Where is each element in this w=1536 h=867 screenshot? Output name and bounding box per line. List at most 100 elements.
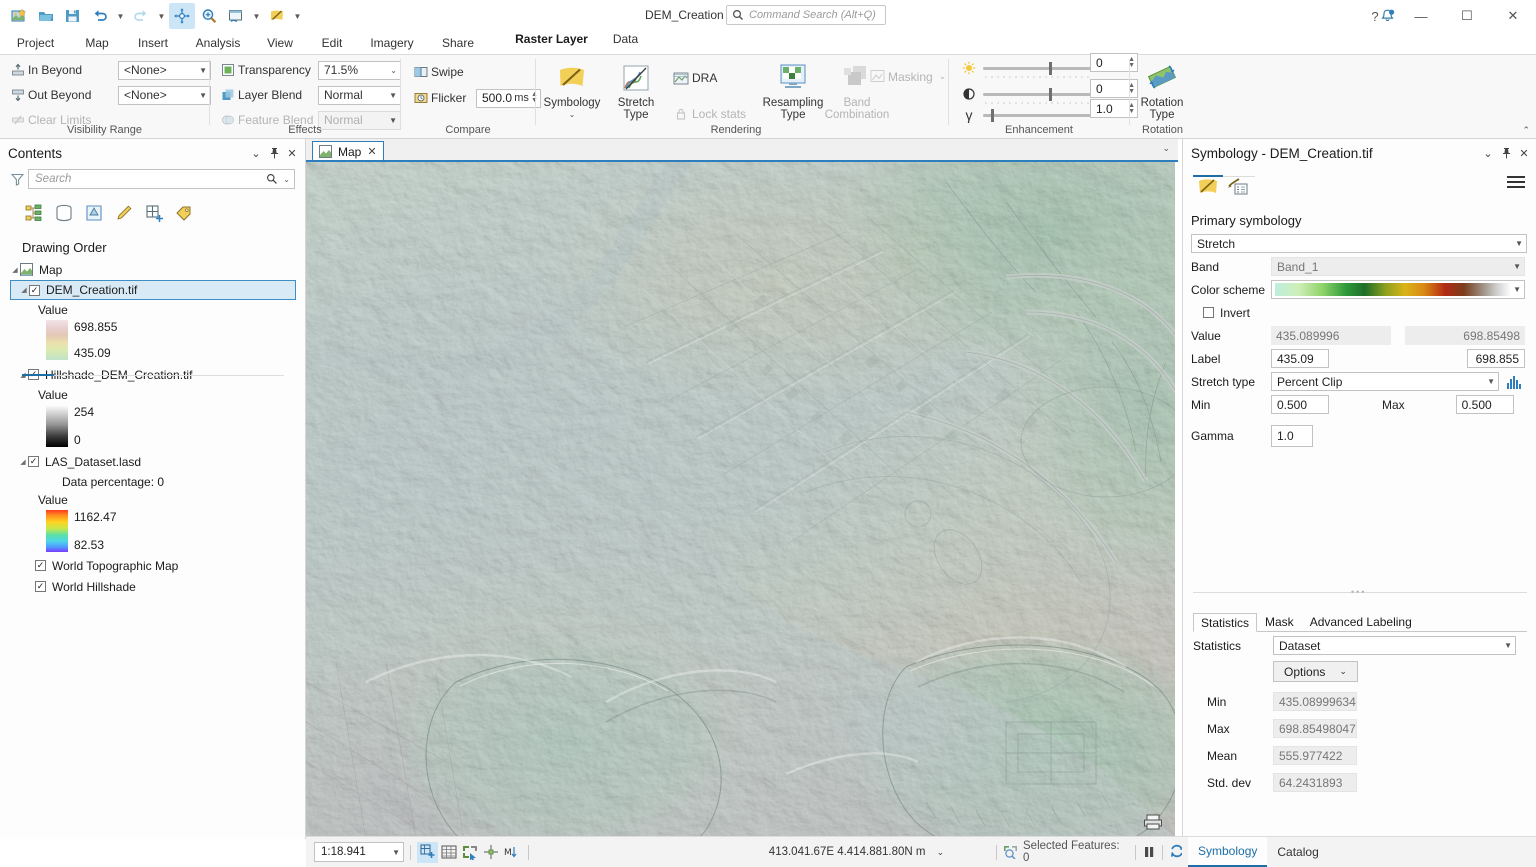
tab-project[interactable]: Project xyxy=(8,32,63,54)
tab-insert[interactable]: Insert xyxy=(127,32,179,54)
undo-dropdown-icon[interactable]: ▼ xyxy=(114,3,127,29)
min-input[interactable]: 0.500 xyxy=(1271,395,1329,414)
list-by-data-source-icon[interactable] xyxy=(52,201,76,225)
help-icon[interactable]: ? xyxy=(1352,0,1398,32)
map-canvas[interactable] xyxy=(306,162,1175,839)
symbology-close-icon[interactable]: ✕ xyxy=(1515,143,1533,163)
list-by-drawing-order-icon[interactable] xyxy=(22,201,46,225)
edit-icon[interactable] xyxy=(264,3,290,29)
tab-view[interactable]: View xyxy=(256,32,304,54)
minimize-icon[interactable]: — xyxy=(1398,0,1444,32)
create-features-icon[interactable] xyxy=(417,842,438,863)
expand-triangle-icon[interactable]: ◢ xyxy=(19,286,29,294)
tab-imagery[interactable]: Imagery xyxy=(361,32,423,54)
dra-row[interactable]: DRA xyxy=(670,67,746,89)
basemap-visibility-checkbox[interactable]: ✓ xyxy=(35,581,46,592)
symbology-legend-icon[interactable] xyxy=(1223,174,1253,200)
options-button[interactable]: Options ⌄ xyxy=(1273,661,1358,682)
invert-checkbox[interactable] xyxy=(1203,307,1214,318)
expand-triangle-icon[interactable]: ◢ xyxy=(10,266,20,274)
tab-share[interactable]: Share xyxy=(430,32,486,54)
selection-icon[interactable] xyxy=(459,842,480,863)
bookmarks-dropdown-icon[interactable]: ▼ xyxy=(250,3,263,29)
scale-dropdown-icon[interactable]: ▼ xyxy=(392,848,400,857)
open-project-icon[interactable] xyxy=(33,3,59,29)
ribbon-collapse-icon[interactable]: ⌃ xyxy=(1522,125,1530,136)
bookmarks-icon[interactable] xyxy=(223,3,249,29)
layer-visibility-checkbox[interactable]: ✓ xyxy=(29,285,40,296)
search-input[interactable]: Search ⌄ xyxy=(28,169,295,189)
dock-tab-symbology[interactable]: Symbology xyxy=(1188,837,1267,867)
symbology-button[interactable]: Symbology ⌄ xyxy=(540,59,604,121)
tab-analysis[interactable]: Analysis xyxy=(185,32,251,54)
new-project-icon[interactable] xyxy=(6,3,32,29)
explore-tool-icon[interactable] xyxy=(169,3,195,29)
attribute-table-icon[interactable] xyxy=(438,842,459,863)
transparency-combo[interactable]: 71.5%⌄ xyxy=(318,61,401,80)
toc-layer-las-dataset[interactable]: ◢ ✓ LAS_Dataset.lasd xyxy=(18,451,305,472)
layer-visibility-checkbox[interactable]: ✓ xyxy=(28,456,39,467)
filter-icon[interactable] xyxy=(6,173,28,186)
tab-map[interactable]: Map xyxy=(72,32,122,54)
brightness-slider[interactable] xyxy=(983,67,1091,70)
stretch-type-button[interactable]: Stretch Type xyxy=(604,59,668,121)
coordinate-units-chevron-icon[interactable]: ⌄ xyxy=(937,847,945,857)
list-by-snapping-icon[interactable] xyxy=(142,201,166,225)
in-beyond-combo[interactable]: <None>▼ xyxy=(118,61,211,80)
symbology-brush-icon[interactable] xyxy=(1193,174,1223,200)
out-beyond-combo[interactable]: <None>▼ xyxy=(118,86,211,105)
dock-tab-catalog[interactable]: Catalog xyxy=(1267,838,1328,866)
maximize-icon[interactable]: ☐ xyxy=(1444,0,1490,32)
contents-pin-icon[interactable] xyxy=(265,143,283,163)
contents-close-icon[interactable]: ✕ xyxy=(283,143,301,163)
list-by-labeling-icon[interactable] xyxy=(172,201,196,225)
list-by-editing-icon[interactable] xyxy=(112,201,136,225)
label-min-input[interactable]: 435.09 xyxy=(1271,349,1329,368)
hamburger-menu-icon[interactable] xyxy=(1507,175,1525,192)
rotation-type-button[interactable]: Rotation Type xyxy=(1130,59,1194,121)
redo-icon[interactable] xyxy=(128,3,154,29)
map-tab-overflow-chevron-icon[interactable]: ⌄ xyxy=(1162,143,1170,154)
map-tab[interactable]: Map ✕ xyxy=(312,141,384,161)
label-max-input[interactable]: 698.855 xyxy=(1467,349,1525,368)
map-tab-close-icon[interactable]: ✕ xyxy=(367,145,376,158)
toc-map-node[interactable]: ◢ Map xyxy=(10,259,305,280)
command-search-input[interactable]: Command Search (Alt+Q) xyxy=(726,5,886,25)
close-icon[interactable]: ✕ xyxy=(1490,0,1536,32)
gamma-slider[interactable] xyxy=(983,114,1091,117)
tab-edit[interactable]: Edit xyxy=(308,32,356,54)
sub-tab-statistics[interactable]: Statistics xyxy=(1193,613,1257,632)
symbology-pin-icon[interactable] xyxy=(1497,143,1515,163)
pause-drawing-icon[interactable] xyxy=(1142,845,1156,859)
search-options-chevron-icon[interactable]: ⌄ xyxy=(283,175,290,184)
stretch-type-combo[interactable]: Percent Clip▼ xyxy=(1271,372,1499,391)
customize-qat-icon[interactable]: ▼ xyxy=(291,3,304,29)
symbology-menu-chevron-icon[interactable]: ⌄ xyxy=(1479,143,1497,163)
zoom-in-icon[interactable] xyxy=(196,3,222,29)
layer-blend-combo[interactable]: Normal▼ xyxy=(318,86,401,105)
basemap-visibility-checkbox[interactable]: ✓ xyxy=(35,560,46,571)
expand-triangle-icon[interactable]: ◢ xyxy=(18,458,28,466)
toc-layer-dem-creation[interactable]: ◢ ✓ DEM_Creation.tif xyxy=(10,280,296,300)
flicker-spinner[interactable]: 500.0 ms ▲▼ xyxy=(476,89,541,108)
sub-tab-advanced-labeling[interactable]: Advanced Labeling xyxy=(1302,612,1420,631)
toc-basemap-world-hillshade[interactable]: ✓ World Hillshade xyxy=(35,576,305,597)
tab-raster-layer[interactable]: Raster Layer xyxy=(503,26,600,57)
snapping-icon[interactable] xyxy=(480,842,501,863)
sub-tab-mask[interactable]: Mask xyxy=(1257,612,1302,631)
band-combo[interactable]: Band_1▼ xyxy=(1271,257,1525,276)
contents-menu-chevron-icon[interactable]: ⌄ xyxy=(247,143,265,163)
redo-dropdown-icon[interactable]: ▼ xyxy=(155,3,168,29)
toc-basemap-world-topographic[interactable]: ✓ World Topographic Map xyxy=(35,555,305,576)
histogram-icon[interactable] xyxy=(1506,374,1523,389)
max-input[interactable]: 0.500 xyxy=(1456,395,1514,414)
map-printer-icon[interactable] xyxy=(1143,814,1163,833)
swipe-row[interactable]: Swipe xyxy=(411,61,466,83)
tab-data[interactable]: Data xyxy=(600,26,651,54)
symbology-chevron-icon[interactable]: ⌄ xyxy=(540,109,604,121)
measure-icon[interactable]: M xyxy=(501,842,522,863)
color-scheme-combo[interactable]: ▼ xyxy=(1271,280,1525,299)
gamma-input[interactable]: 1.0 xyxy=(1271,425,1313,447)
list-by-selection-icon[interactable] xyxy=(82,201,106,225)
map-scale-combo[interactable]: 1:18.941 ▼ xyxy=(314,842,404,862)
